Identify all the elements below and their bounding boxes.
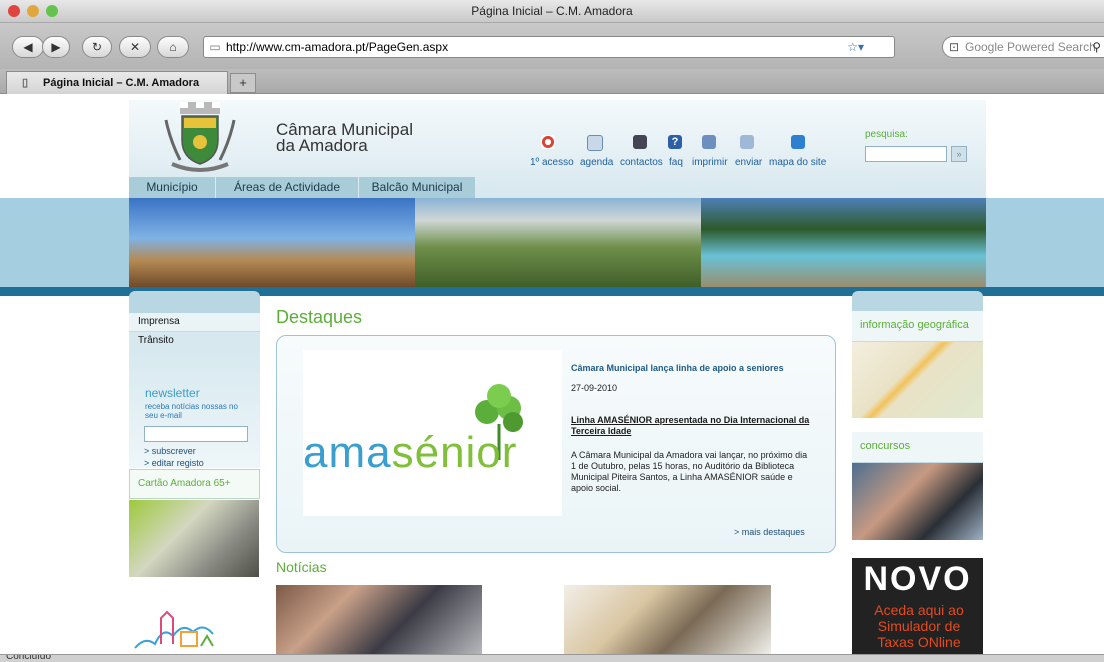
tool-first-access[interactable]: 1º acesso (530, 157, 574, 168)
contacts-icon[interactable] (633, 135, 647, 149)
card-amadora-65-link[interactable]: Cartão Amadora 65+ (129, 469, 260, 499)
url-text: http://www.cm-amadora.pt/PageGen.aspx (226, 40, 449, 54)
envelope-icon[interactable] (740, 135, 754, 149)
site-title[interactable]: Câmara Municipal da Amadora (276, 121, 413, 155)
forward-button[interactable]: ▶ (42, 36, 70, 58)
card-label: Cartão Amadora 65+ (138, 478, 231, 489)
page-icon: ▭ (209, 40, 221, 54)
more-highlights-link[interactable]: > mais destaques (734, 527, 805, 537)
printer-icon[interactable] (702, 135, 716, 149)
search-field[interactable]: ⊡ Google Powered Search ⚲ (942, 36, 1104, 58)
geo-map-thumbnail[interactable] (852, 342, 983, 418)
tool-print[interactable]: imprimir (692, 157, 728, 168)
promo-text: Aceda aqui ao Simulador de Taxas ONline (874, 602, 964, 650)
playground-photo (129, 198, 415, 287)
concursos-photo[interactable] (852, 463, 983, 540)
nav-areas-actividade[interactable]: Áreas de Actividade (216, 177, 358, 198)
concursos-label: concursos (860, 440, 911, 452)
window-title: Página Inicial – C.M. Amadora (471, 4, 633, 18)
sidebar-item-label: Trânsito (138, 335, 174, 346)
geo-info-header[interactable]: informação geográfica (852, 311, 983, 342)
sidebar-top (129, 291, 260, 313)
zoom-window-button[interactable] (46, 5, 58, 17)
destaques-heading: Destaques (276, 307, 363, 327)
address-bar[interactable]: ▭ http://www.cm-amadora.pt/PageGen.aspx ☆… (203, 36, 895, 58)
search-icon[interactable]: ⚲ (1092, 37, 1101, 57)
sidebar-item-label: Imprensa (138, 316, 180, 327)
newsletter-email-input[interactable] (144, 426, 248, 442)
noticias-heading: Notícias (276, 559, 327, 575)
edit-registration-link[interactable]: > editar registo (144, 458, 204, 468)
bookmark-star-icon[interactable]: ☆▾ (847, 37, 864, 57)
stop-icon[interactable]: ✕ (119, 36, 151, 58)
reload-icon[interactable]: ↻ (82, 36, 112, 58)
subscribe-link[interactable]: > subscrever (144, 446, 196, 456)
newsletter-title: newsletter (145, 386, 200, 400)
tool-faq[interactable]: faq (669, 157, 683, 168)
search-label: pesquisa: (865, 129, 908, 140)
right-sidebar-top (852, 291, 983, 311)
close-window-button[interactable] (8, 5, 20, 17)
site-search-input[interactable] (865, 146, 947, 162)
calendar-icon[interactable] (587, 135, 603, 151)
coat-of-arms-logo[interactable] (162, 100, 238, 174)
lifebuoy-icon[interactable] (541, 135, 555, 149)
title-line-2: da Amadora (276, 136, 368, 155)
page-icon: ▯ (21, 77, 29, 89)
pool-photo (701, 198, 986, 287)
tab-title: Página Inicial – C.M. Amadora (43, 77, 200, 89)
sitemap-icon[interactable] (791, 135, 805, 149)
sidebar-item-imprensa[interactable]: Imprensa (129, 313, 260, 332)
amasenior-image[interactable]: amasénior (303, 350, 562, 516)
nav-municipio[interactable]: Município (129, 177, 215, 198)
news-subtitle-link[interactable]: Linha AMASÉNIOR apresentada no Dia Inter… (571, 415, 811, 437)
sidebar-item-transito[interactable]: Trânsito (129, 332, 260, 350)
news-date: 27-09-2010 (571, 383, 618, 393)
faq-icon[interactable]: ? (668, 135, 682, 149)
news-body: A Câmara Municipal da Amadora vai lançar… (571, 450, 808, 493)
search-placeholder: Google Powered Search (965, 40, 1096, 54)
news-headline[interactable]: Câmara Municipal lança linha de apoio a … (571, 363, 784, 373)
logo-text-green: sénior (391, 428, 518, 477)
search-engine-icon[interactable]: ⊡ (943, 37, 965, 57)
window-titlebar: Página Inicial – C.M. Amadora (0, 0, 1104, 23)
tool-sitemap[interactable]: mapa do site (769, 157, 826, 168)
city-drawing-logo[interactable] (131, 608, 231, 654)
tool-agenda[interactable]: agenda (580, 157, 613, 168)
tab-active[interactable]: ▯ Página Inicial – C.M. Amadora (6, 71, 228, 94)
park-photo (415, 198, 701, 287)
home-icon[interactable]: ⌂ (157, 36, 189, 58)
novo-label: NOVO (863, 560, 972, 598)
news-photo-1[interactable] (276, 585, 482, 654)
geo-info-label: informação geográfica (860, 319, 969, 331)
concursos-header[interactable]: concursos (852, 432, 983, 463)
tax-simulator-banner[interactable]: NOVO Aceda aqui ao Simulador de Taxas ON… (852, 558, 983, 654)
minimize-window-button[interactable] (27, 5, 39, 17)
amadora-65-banner[interactable] (129, 500, 259, 577)
news-photo-2[interactable] (564, 585, 771, 654)
tool-contacts[interactable]: contactos (620, 157, 663, 168)
logo-text-blue: ama (303, 428, 392, 477)
new-tab-button[interactable]: + (230, 73, 256, 93)
newsletter-text: receba notícias nossas no seu e-mail (145, 402, 238, 420)
tool-send[interactable]: enviar (735, 157, 762, 168)
site-search-button[interactable]: » (951, 146, 967, 162)
back-button[interactable]: ◀ (12, 36, 44, 58)
nav-balcao-municipal[interactable]: Balcão Municipal (359, 177, 475, 198)
